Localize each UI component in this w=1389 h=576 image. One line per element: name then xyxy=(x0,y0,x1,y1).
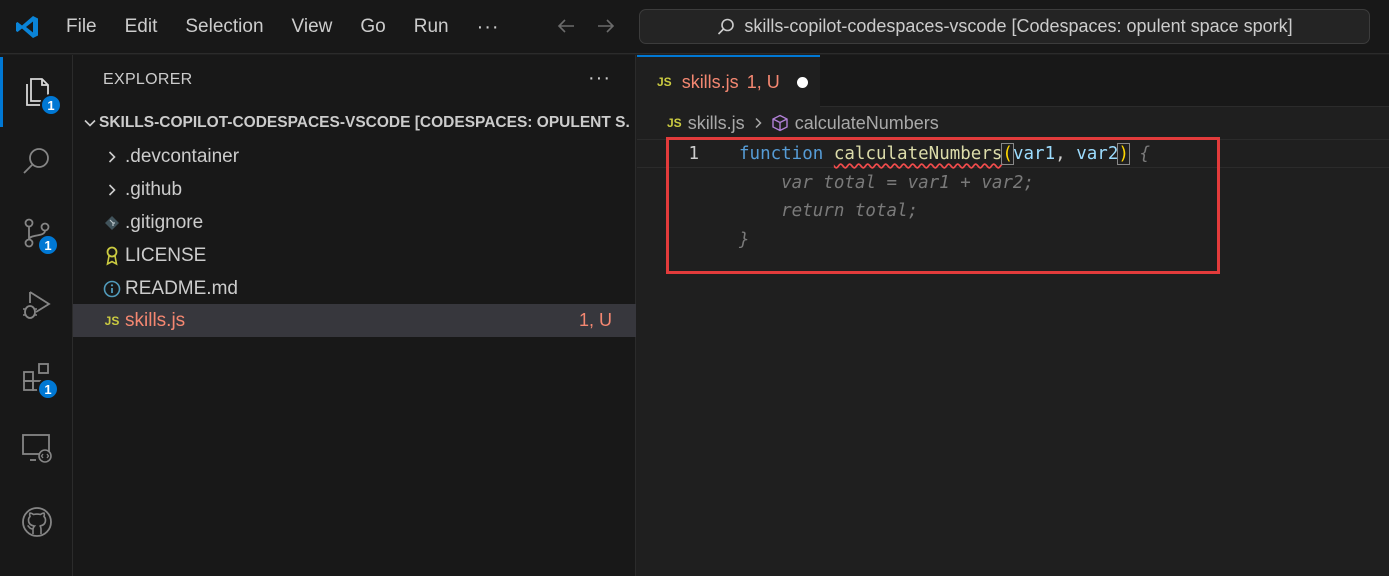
search-icon xyxy=(718,18,735,35)
explorer-more-actions-button[interactable]: ··· xyxy=(588,67,611,90)
symbol-method-icon xyxy=(771,114,788,132)
menu-edit[interactable]: Edit xyxy=(111,16,172,38)
tree-item-gitignore[interactable]: .gitignore xyxy=(73,206,636,239)
forward-arrow-icon[interactable] xyxy=(595,15,617,37)
tree-item-devcontainer[interactable]: .devcontainer xyxy=(73,140,636,173)
navigation-arrows xyxy=(555,15,617,37)
activity-github[interactable] xyxy=(0,487,73,557)
annotation-highlight-box xyxy=(666,137,1220,274)
license-icon xyxy=(106,246,118,266)
menu-selection[interactable]: Selection xyxy=(171,16,277,38)
activity-remote-explorer[interactable] xyxy=(0,413,73,483)
breadcrumb-symbol[interactable]: calculateNumbers xyxy=(795,113,939,134)
menu-go[interactable]: Go xyxy=(346,16,399,38)
remote-explorer-icon xyxy=(21,434,52,463)
js-icon: JS xyxy=(104,313,120,328)
workspace-root-folder[interactable]: SKILLS-COPILOT-CODESPACES-VSCODE [CODESP… xyxy=(73,107,636,139)
activity-explorer[interactable]: 1 xyxy=(0,57,73,127)
workspace-root-label: SKILLS-COPILOT-CODESPACES-VSCODE [CODESP… xyxy=(99,114,629,131)
source-control-badge: 1 xyxy=(37,234,59,256)
explorer-badge: 1 xyxy=(40,94,62,116)
command-center-label: skills-copilot-codespaces-vscode [Codesp… xyxy=(744,16,1293,36)
menu-run[interactable]: Run xyxy=(400,16,463,38)
tree-item-label: .devcontainer xyxy=(125,145,240,167)
title-bar: File Edit Selection View Go Run ··· skil… xyxy=(0,0,1389,54)
menu-view[interactable]: View xyxy=(278,16,347,38)
unsaved-dot-icon[interactable] xyxy=(796,76,808,88)
tree-item-label: .github xyxy=(125,178,183,200)
back-arrow-icon[interactable] xyxy=(555,15,577,37)
chevron-right-icon xyxy=(755,117,762,129)
activity-source-control[interactable]: 1 xyxy=(0,198,73,268)
tab-status: 1, U xyxy=(746,71,780,92)
explorer-title: EXPLORER xyxy=(103,71,193,88)
menu-more-button[interactable]: ··· xyxy=(463,16,514,39)
command-center-search[interactable]: skills-copilot-codespaces-vscode [Codesp… xyxy=(639,9,1370,44)
editor-tab-bar: JS skills.js 1, U xyxy=(637,55,1389,107)
tree-item-readme[interactable]: README.md xyxy=(73,272,636,305)
vscode-logo-icon[interactable] xyxy=(14,14,40,40)
chevron-down-icon xyxy=(84,119,96,127)
editor-area: JS skills.js 1, U JS skills.js calculate… xyxy=(637,55,1389,576)
tree-item-skills-js[interactable]: JS skills.js 1, U xyxy=(73,304,636,337)
search-icon xyxy=(22,148,49,174)
run-debug-icon xyxy=(22,291,51,319)
tab-skills-js[interactable]: JS skills.js 1, U xyxy=(637,55,820,107)
tree-item-label: skills.js xyxy=(125,309,186,331)
activity-search[interactable] xyxy=(0,127,73,197)
breadcrumb-file[interactable]: skills.js xyxy=(688,113,745,134)
activity-run-debug[interactable] xyxy=(0,270,73,340)
tree-item-label: .gitignore xyxy=(125,211,204,233)
extensions-badge: 1 xyxy=(37,378,59,400)
activity-extensions[interactable]: 1 xyxy=(0,342,73,412)
js-icon: JS xyxy=(657,75,672,89)
menu-file[interactable]: File xyxy=(52,16,111,38)
tree-item-github[interactable]: .github xyxy=(73,173,636,206)
tab-label: skills.js xyxy=(681,71,739,92)
github-icon xyxy=(21,507,52,537)
chevron-right-icon xyxy=(108,183,116,196)
chevron-right-icon xyxy=(108,150,116,163)
info-icon xyxy=(103,280,121,297)
git-icon xyxy=(105,215,119,230)
explorer-sidebar: EXPLORER ··· SKILLS-COPILOT-CODESPACES-V… xyxy=(73,55,636,576)
tree-item-label: README.md xyxy=(125,277,238,299)
tree-item-label: LICENSE xyxy=(125,244,207,266)
js-icon: JS xyxy=(667,116,682,130)
breadcrumb: JS skills.js calculateNumbers xyxy=(667,112,939,134)
menu-bar: File Edit Selection View Go Run ··· xyxy=(52,0,514,54)
tree-item-license[interactable]: LICENSE xyxy=(73,239,636,272)
git-status-badge: 1, U xyxy=(578,310,612,330)
activity-bar: 1 1 1 xyxy=(0,55,73,576)
